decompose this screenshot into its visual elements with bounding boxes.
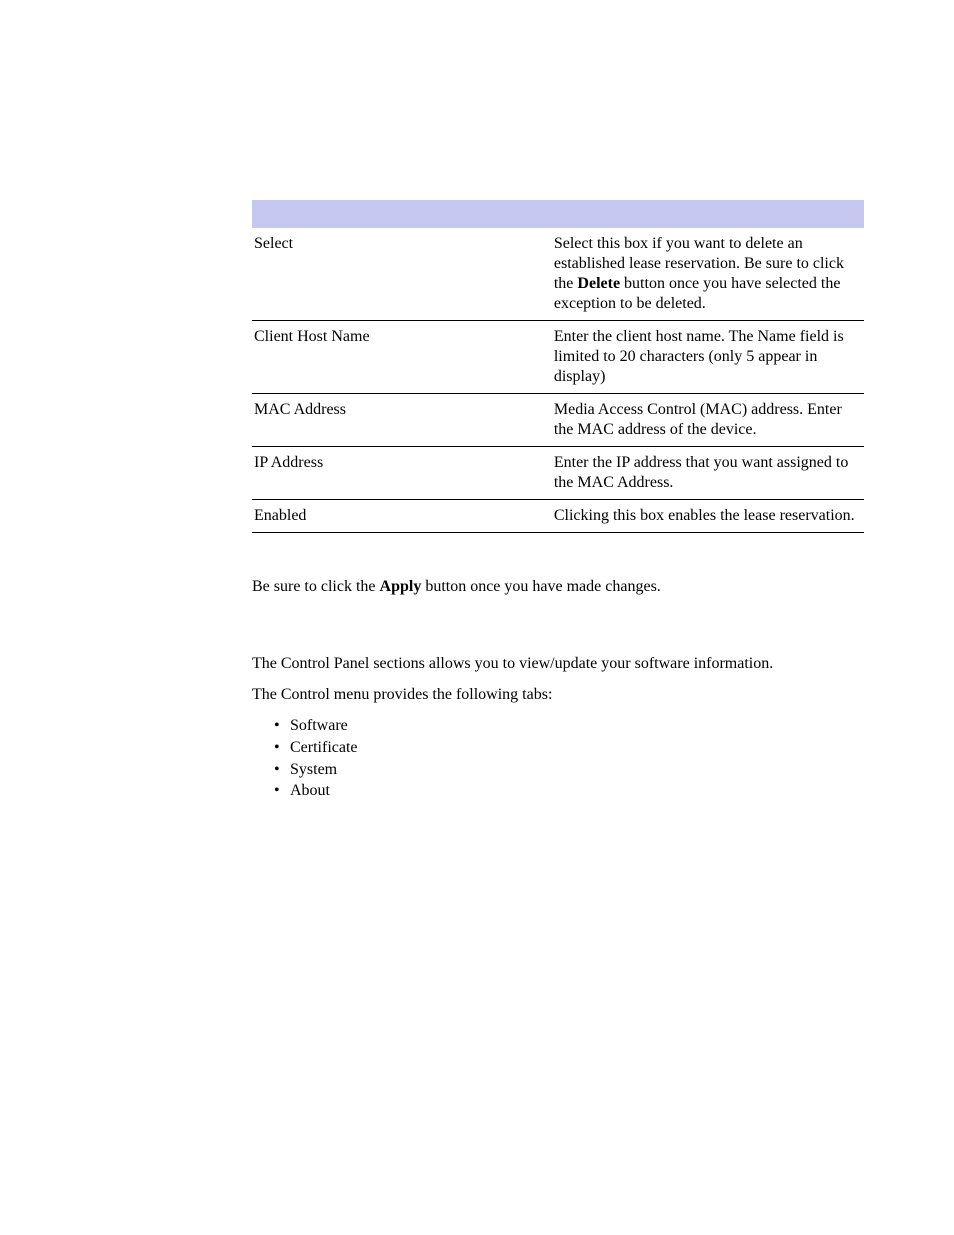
paragraph: The Control Panel sections allows you to… xyxy=(252,654,864,675)
table-row: Enabled Clicking this box enables the le… xyxy=(252,500,864,533)
table-row: Client Host Name Enter the client host n… xyxy=(252,321,864,394)
fields-table: Select Select this box if you want to de… xyxy=(252,200,864,533)
document-page: Select Select this box if you want to de… xyxy=(0,0,954,1235)
field-description: Select this box if you want to delete an… xyxy=(552,228,864,321)
field-label: Enabled xyxy=(252,500,552,533)
list-item: System xyxy=(274,759,864,781)
table-row: IP Address Enter the IP address that you… xyxy=(252,447,864,500)
table-row: MAC Address Media Access Control (MAC) a… xyxy=(252,394,864,447)
list-item: Software xyxy=(274,715,864,737)
field-description: Clicking this box enables the lease rese… xyxy=(552,500,864,533)
apply-note: Be sure to click the Apply button once y… xyxy=(252,577,864,598)
field-label: Select xyxy=(252,228,552,321)
field-description: Enter the IP address that you want assig… xyxy=(552,447,864,500)
list-item: Certificate xyxy=(274,737,864,759)
control-panel-section: The Control Panel sections allows you to… xyxy=(252,654,864,802)
table-row: Select Select this box if you want to de… xyxy=(252,228,864,321)
field-label: IP Address xyxy=(252,447,552,500)
field-description: Enter the client host name. The Name fie… xyxy=(552,321,864,394)
paragraph: The Control menu provides the following … xyxy=(252,685,864,706)
tab-list: Software Certificate System About xyxy=(252,715,864,801)
field-description: Media Access Control (MAC) address. Ente… xyxy=(552,394,864,447)
field-label: Client Host Name xyxy=(252,321,552,394)
list-item: About xyxy=(274,780,864,802)
field-label: MAC Address xyxy=(252,394,552,447)
